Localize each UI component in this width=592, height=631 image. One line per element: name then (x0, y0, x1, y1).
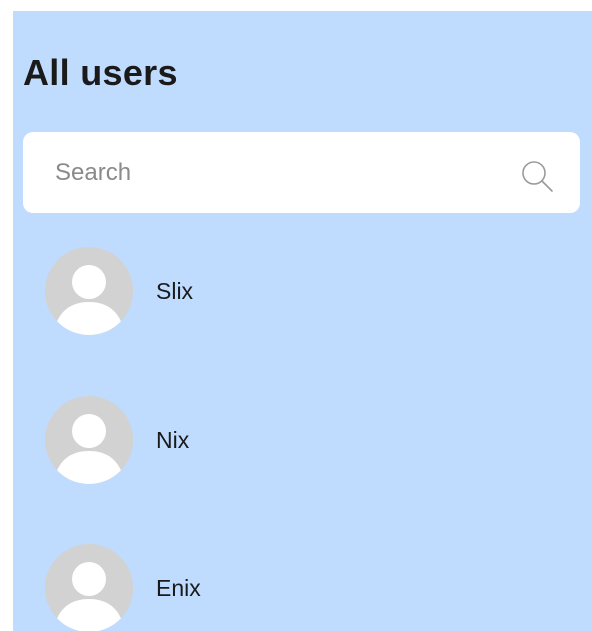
user-list: Slix Nix Enix (13, 11, 592, 631)
users-panel: All users Slix (13, 11, 592, 631)
avatar (45, 247, 133, 335)
user-name: Nix (156, 427, 190, 453)
default-avatar-icon (45, 396, 133, 484)
default-avatar-icon (45, 544, 133, 631)
user-list-item-nix[interactable]: Nix (13, 390, 592, 490)
user-list-item-slix[interactable]: Slix (13, 241, 592, 341)
avatar (45, 544, 133, 631)
default-avatar-icon (45, 247, 133, 335)
user-list-item-enix[interactable]: Enix (13, 538, 592, 631)
avatar (45, 396, 133, 484)
user-name: Slix (156, 278, 194, 304)
user-name: Enix (156, 575, 201, 601)
